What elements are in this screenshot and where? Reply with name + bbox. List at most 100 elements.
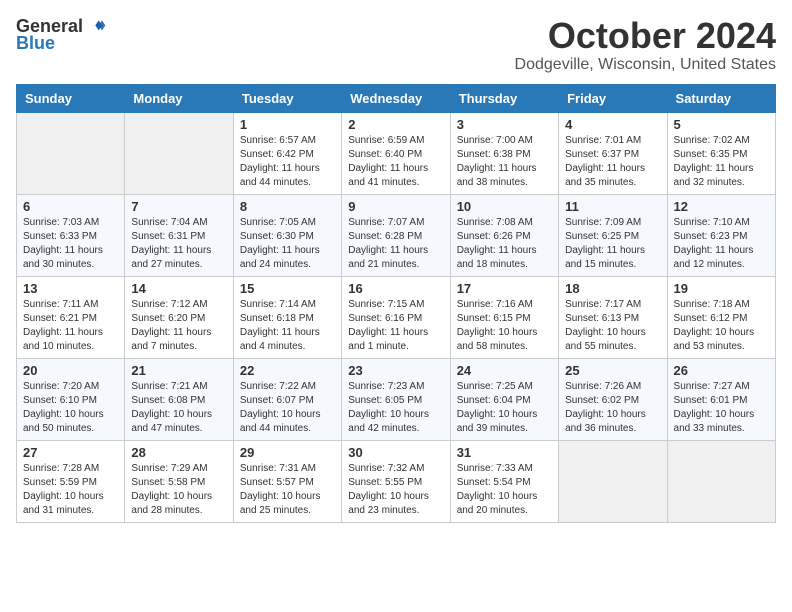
calendar-day-header: Saturday	[667, 84, 775, 112]
calendar-cell: 7 Sunrise: 7:04 AM Sunset: 6:31 PM Daylig…	[125, 194, 233, 276]
day-number: 13	[23, 281, 118, 296]
logo: General Blue	[16, 16, 107, 54]
day-info: Sunrise: 7:20 AM Sunset: 6:10 PM Dayligh…	[23, 380, 118, 436]
page-header: General Blue October 2024 Dodgeville, Wi…	[16, 16, 776, 74]
day-number: 30	[348, 445, 443, 460]
calendar-cell: 2Sunrise: 6:59 AM Sunset: 6:40 PM Daylig…	[342, 112, 450, 194]
calendar-day-header: Sunday	[17, 84, 125, 112]
month-title: October 2024	[515, 16, 776, 56]
day-info: Sunrise: 7:07 AM Sunset: 6:28 PM Dayligh…	[348, 216, 443, 272]
day-info: Sunrise: 7:23 AM Sunset: 6:05 PM Dayligh…	[348, 380, 443, 436]
calendar-week-row: 27Sunrise: 7:28 AM Sunset: 5:59 PM Dayli…	[17, 440, 776, 522]
calendar-cell: 1Sunrise: 6:57 AM Sunset: 6:42 PM Daylig…	[233, 112, 341, 194]
calendar-day-header: Wednesday	[342, 84, 450, 112]
calendar-cell: 5 Sunrise: 7:02 AM Sunset: 6:35 PM Daylig…	[667, 112, 775, 194]
day-info: Sunrise: 7:11 AM Sunset: 6:21 PM Dayligh…	[23, 298, 118, 354]
day-number: 15	[240, 281, 335, 296]
day-number: 17	[457, 281, 552, 296]
calendar-cell: 31 Sunrise: 7:33 AM Sunset: 5:54 PM Dayli…	[450, 440, 558, 522]
day-info: Sunrise: 7:32 AM Sunset: 5:55 PM Dayligh…	[348, 462, 443, 518]
calendar-header-row: SundayMondayTuesdayWednesdayThursdayFrid…	[17, 84, 776, 112]
day-number: 29	[240, 445, 335, 460]
day-number: 22	[240, 363, 335, 378]
day-number: 5	[674, 117, 769, 132]
day-info: Sunrise: 7:31 AM Sunset: 5:57 PM Dayligh…	[240, 462, 335, 518]
day-info: Sunrise: 7:17 AM Sunset: 6:13 PM Dayligh…	[565, 298, 660, 354]
day-number: 25	[565, 363, 660, 378]
day-number: 24	[457, 363, 552, 378]
calendar-cell: 27Sunrise: 7:28 AM Sunset: 5:59 PM Dayli…	[17, 440, 125, 522]
day-info: Sunrise: 7:05 AM Sunset: 6:30 PM Dayligh…	[240, 216, 335, 272]
calendar-cell	[17, 112, 125, 194]
calendar-cell: 24 Sunrise: 7:25 AM Sunset: 6:04 PM Dayli…	[450, 358, 558, 440]
day-number: 9	[348, 199, 443, 214]
calendar-cell	[559, 440, 667, 522]
calendar-cell	[667, 440, 775, 522]
calendar-cell: 6Sunrise: 7:03 AM Sunset: 6:33 PM Daylig…	[17, 194, 125, 276]
calendar-cell: 14Sunrise: 7:12 AM Sunset: 6:20 PM Dayli…	[125, 276, 233, 358]
day-info: Sunrise: 7:04 AM Sunset: 6:31 PM Dayligh…	[131, 216, 226, 272]
day-info: Sunrise: 7:00 AM Sunset: 6:38 PM Dayligh…	[457, 134, 552, 190]
logo-icon	[87, 17, 107, 37]
day-number: 27	[23, 445, 118, 460]
title-section: October 2024 Dodgeville, Wisconsin, Unit…	[515, 16, 776, 74]
calendar-cell: 30 Sunrise: 7:32 AM Sunset: 5:55 PM Dayli…	[342, 440, 450, 522]
calendar-week-row: 20 Sunrise: 7:20 AM Sunset: 6:10 PM Dayli…	[17, 358, 776, 440]
calendar-cell: 15 Sunrise: 7:14 AM Sunset: 6:18 PM Dayli…	[233, 276, 341, 358]
day-number: 12	[674, 199, 769, 214]
day-number: 14	[131, 281, 226, 296]
calendar-day-header: Monday	[125, 84, 233, 112]
calendar-cell: 4 Sunrise: 7:01 AM Sunset: 6:37 PM Daylig…	[559, 112, 667, 194]
day-info: Sunrise: 7:01 AM Sunset: 6:37 PM Dayligh…	[565, 134, 660, 190]
location: Dodgeville, Wisconsin, United States	[515, 56, 776, 74]
calendar-day-header: Thursday	[450, 84, 558, 112]
day-info: Sunrise: 7:03 AM Sunset: 6:33 PM Dayligh…	[23, 216, 118, 272]
day-number: 10	[457, 199, 552, 214]
day-info: Sunrise: 7:29 AM Sunset: 5:58 PM Dayligh…	[131, 462, 226, 518]
day-info: Sunrise: 7:10 AM Sunset: 6:23 PM Dayligh…	[674, 216, 769, 272]
day-number: 20	[23, 363, 118, 378]
calendar-cell: 8Sunrise: 7:05 AM Sunset: 6:30 PM Daylig…	[233, 194, 341, 276]
day-number: 31	[457, 445, 552, 460]
day-info: Sunrise: 7:14 AM Sunset: 6:18 PM Dayligh…	[240, 298, 335, 354]
calendar-week-row: 13 Sunrise: 7:11 AM Sunset: 6:21 PM Dayli…	[17, 276, 776, 358]
day-number: 28	[131, 445, 226, 460]
calendar-cell: 11Sunrise: 7:09 AM Sunset: 6:25 PM Dayli…	[559, 194, 667, 276]
calendar-cell: 26 Sunrise: 7:27 AM Sunset: 6:01 PM Dayli…	[667, 358, 775, 440]
day-number: 21	[131, 363, 226, 378]
calendar-cell	[125, 112, 233, 194]
day-info: Sunrise: 7:26 AM Sunset: 6:02 PM Dayligh…	[565, 380, 660, 436]
logo-blue: Blue	[16, 33, 55, 54]
day-info: Sunrise: 6:59 AM Sunset: 6:40 PM Dayligh…	[348, 134, 443, 190]
calendar-cell: 10Sunrise: 7:08 AM Sunset: 6:26 PM Dayli…	[450, 194, 558, 276]
day-number: 16	[348, 281, 443, 296]
day-info: Sunrise: 7:18 AM Sunset: 6:12 PM Dayligh…	[674, 298, 769, 354]
day-number: 23	[348, 363, 443, 378]
calendar-cell: 25 Sunrise: 7:26 AM Sunset: 6:02 PM Dayli…	[559, 358, 667, 440]
day-number: 7	[131, 199, 226, 214]
day-number: 4	[565, 117, 660, 132]
calendar-cell: 9 Sunrise: 7:07 AM Sunset: 6:28 PM Daylig…	[342, 194, 450, 276]
day-info: Sunrise: 7:33 AM Sunset: 5:54 PM Dayligh…	[457, 462, 552, 518]
calendar-cell: 16Sunrise: 7:15 AM Sunset: 6:16 PM Dayli…	[342, 276, 450, 358]
day-number: 11	[565, 199, 660, 214]
day-info: Sunrise: 7:22 AM Sunset: 6:07 PM Dayligh…	[240, 380, 335, 436]
day-info: Sunrise: 7:21 AM Sunset: 6:08 PM Dayligh…	[131, 380, 226, 436]
calendar-cell: 23 Sunrise: 7:23 AM Sunset: 6:05 PM Dayli…	[342, 358, 450, 440]
day-info: Sunrise: 7:25 AM Sunset: 6:04 PM Dayligh…	[457, 380, 552, 436]
calendar-cell: 22 Sunrise: 7:22 AM Sunset: 6:07 PM Dayli…	[233, 358, 341, 440]
calendar-day-header: Tuesday	[233, 84, 341, 112]
calendar-cell: 29 Sunrise: 7:31 AM Sunset: 5:57 PM Dayli…	[233, 440, 341, 522]
day-number: 1	[240, 117, 335, 132]
day-info: Sunrise: 7:02 AM Sunset: 6:35 PM Dayligh…	[674, 134, 769, 190]
calendar-week-row: 6Sunrise: 7:03 AM Sunset: 6:33 PM Daylig…	[17, 194, 776, 276]
day-number: 26	[674, 363, 769, 378]
day-number: 18	[565, 281, 660, 296]
calendar-cell: 19 Sunrise: 7:18 AM Sunset: 6:12 PM Dayli…	[667, 276, 775, 358]
day-number: 19	[674, 281, 769, 296]
day-info: Sunrise: 7:16 AM Sunset: 6:15 PM Dayligh…	[457, 298, 552, 354]
calendar-cell: 12 Sunrise: 7:10 AM Sunset: 6:23 PM Dayli…	[667, 194, 775, 276]
day-info: Sunrise: 7:27 AM Sunset: 6:01 PM Dayligh…	[674, 380, 769, 436]
calendar-cell: 3Sunrise: 7:00 AM Sunset: 6:38 PM Daylig…	[450, 112, 558, 194]
calendar-day-header: Friday	[559, 84, 667, 112]
